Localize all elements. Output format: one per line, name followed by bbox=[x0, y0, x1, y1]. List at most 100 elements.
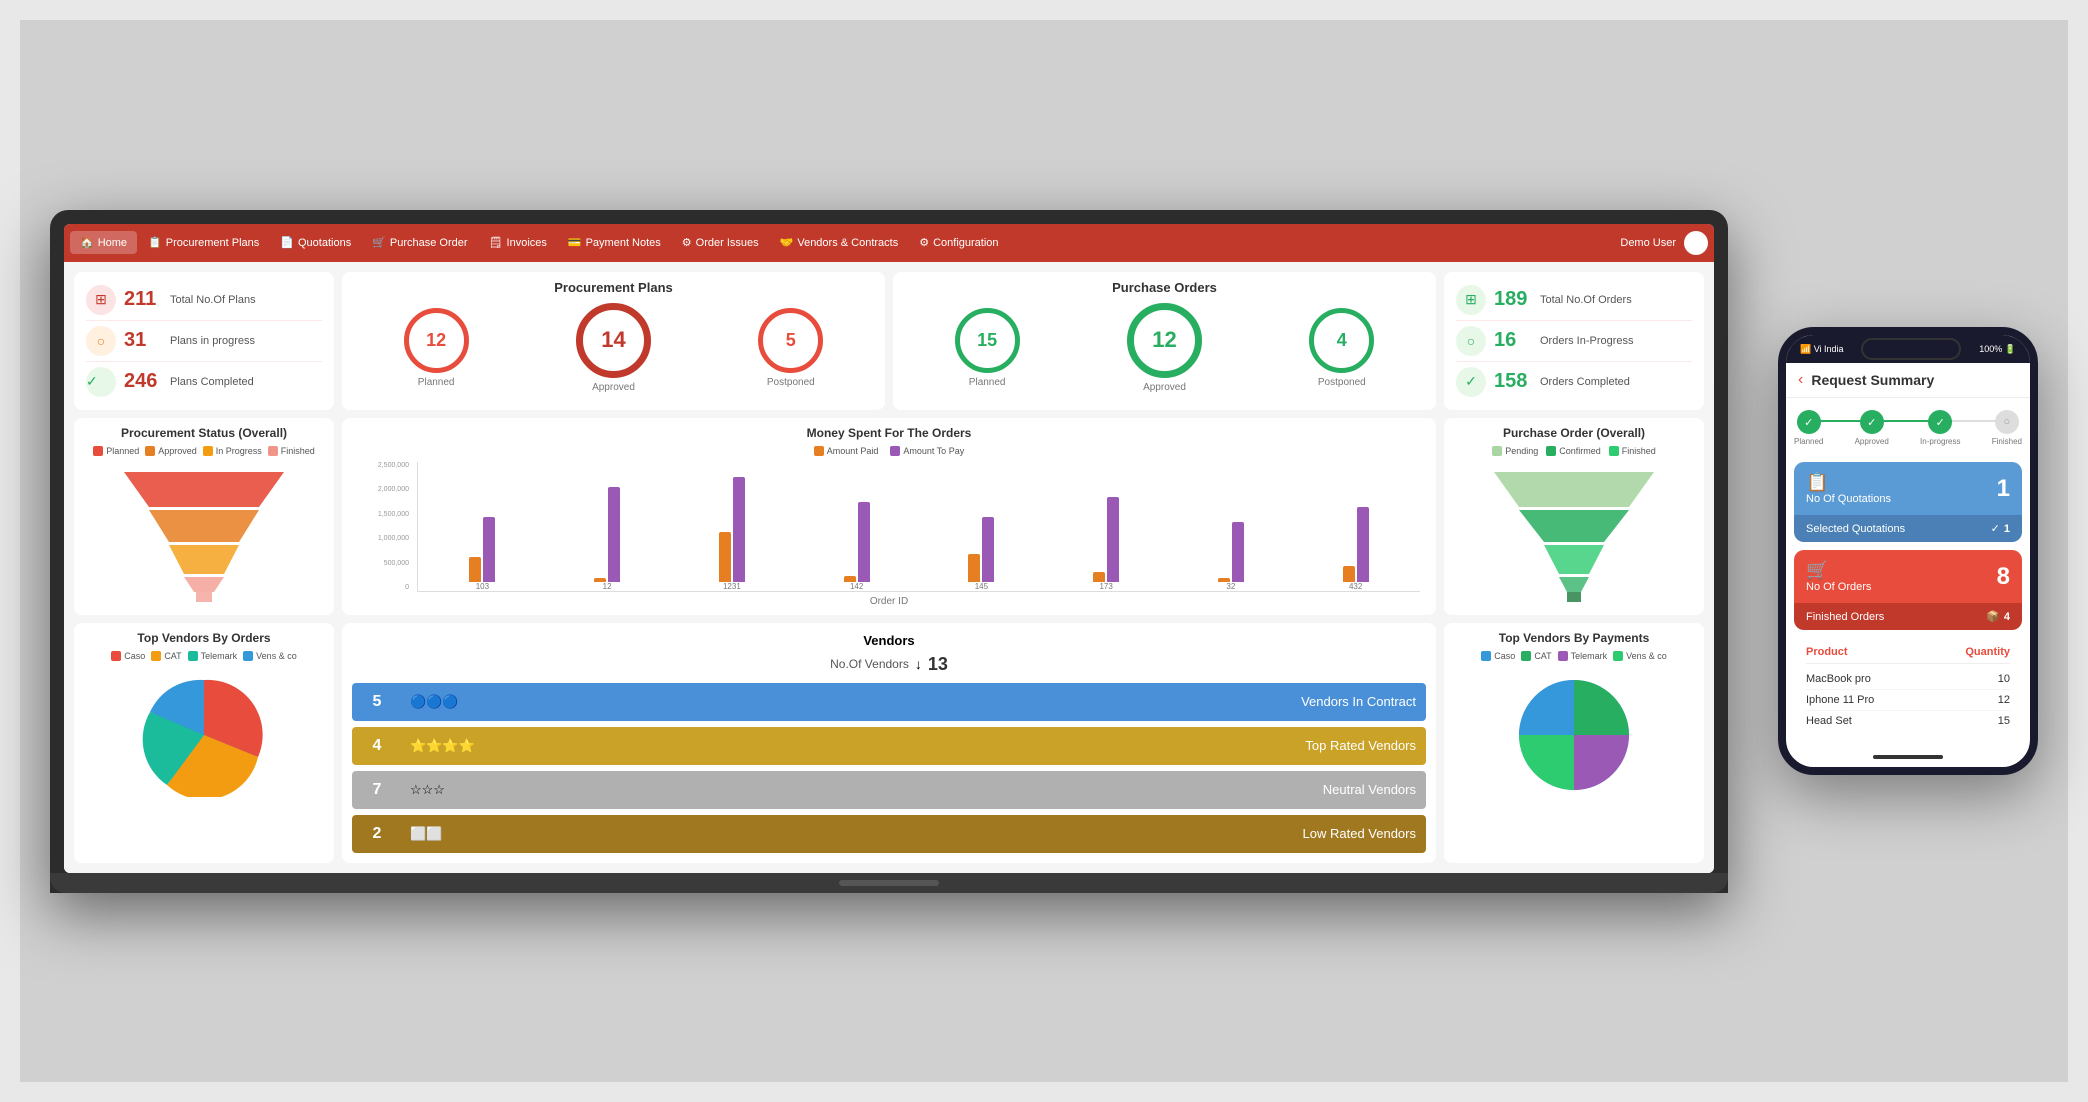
nav-home[interactable]: 🏠 Home bbox=[70, 231, 137, 254]
phone-camera bbox=[1861, 338, 1961, 360]
dashboard-body: ⊞ 211 Total No.Of Plans ○ 31 Plans in pr… bbox=[64, 262, 1714, 873]
plans-icon: ⊞ bbox=[86, 285, 116, 315]
finished-orders-label: Finished Orders bbox=[1806, 611, 1884, 623]
po-overall-title: Purchase Order (Overall) bbox=[1452, 426, 1696, 440]
nav-quotations[interactable]: 📄 Quotations bbox=[270, 231, 361, 254]
selected-quotations-label: Selected Quotations bbox=[1806, 523, 1905, 535]
stat-item-progress: ○ 31 Plans in progress bbox=[86, 321, 322, 362]
vendor-row-low-rated: 2 ⬜⬜ Low Rated Vendors bbox=[352, 815, 1426, 853]
po-circle-planned: 15 Planned bbox=[955, 308, 1020, 388]
money-spent-title: Money Spent For The Orders bbox=[350, 426, 1428, 440]
vendor-row-contract: 5 🔵🔵🔵 Vendors In Contract bbox=[352, 683, 1426, 721]
vendors-orders-card: Top Vendors By Orders Caso CAT Telemark … bbox=[74, 623, 334, 863]
vendors-count: 13 bbox=[928, 654, 948, 675]
nav-config[interactable]: ⚙ Configuration bbox=[909, 231, 1008, 254]
nav-user-label: Demo User bbox=[1620, 237, 1676, 249]
orders-progress-number: 16 bbox=[1494, 329, 1532, 352]
orders-card: 🛒 No Of Orders 8 Finished Orders 📦 4 bbox=[1794, 550, 2022, 630]
stat-item-completed: ✓ 246 Plans Completed bbox=[86, 362, 322, 402]
po-circle-postponed: 4 Postponed bbox=[1309, 308, 1374, 388]
procurement-status-title: Procurement Status (Overall) bbox=[82, 426, 326, 440]
laptop: 🏠 Home 📋 Procurement Plans 📄 Quotations … bbox=[50, 210, 1728, 893]
orders-icon-display: 🛒 bbox=[1806, 560, 1871, 581]
circle-postponed: 5 Postponed bbox=[758, 308, 823, 388]
purchase-title: Purchase Orders bbox=[901, 280, 1428, 295]
quotations-label: No Of Quotations bbox=[1806, 493, 1891, 505]
total-orders-label: Total No.Of Orders bbox=[1540, 294, 1632, 306]
vendors-count-label: No.Of Vendors bbox=[830, 657, 909, 671]
po-circle-approved: 12 Approved bbox=[1127, 303, 1202, 393]
plans-total-number: 211 bbox=[124, 288, 162, 311]
phone-status-bar: 📶 Vi India 100% 🔋 bbox=[1786, 335, 2030, 363]
progress-icon: ○ bbox=[86, 326, 116, 356]
completed-icon: ✓ bbox=[86, 367, 116, 397]
orders-count: 8 bbox=[1997, 563, 2010, 591]
selected-quotations-count: 1 bbox=[2004, 523, 2010, 535]
red-funnel bbox=[82, 462, 326, 602]
phone-header: ‹ Request Summary bbox=[1786, 363, 2030, 398]
step-approved: ✓ Approved bbox=[1855, 410, 1889, 446]
money-spent-card: Money Spent For The Orders Amount Paid A… bbox=[342, 418, 1436, 615]
nav-purchase-order[interactable]: 🛒 Purchase Order bbox=[362, 231, 477, 254]
phone: 📶 Vi India 100% 🔋 ‹ Request Summary ✓ Pl… bbox=[1778, 327, 2038, 775]
plans-progress-number: 31 bbox=[124, 329, 162, 352]
purchase-circles-card: Purchase Orders 15 Planned 12 bbox=[893, 272, 1436, 410]
plans-completed-label: Plans Completed bbox=[170, 376, 254, 388]
purchase-icon: 🛒 bbox=[372, 236, 386, 249]
vendors-title: Vendors bbox=[352, 633, 1426, 648]
vendor-row-top-rated: 4 ⭐⭐⭐⭐ Top Rated Vendors bbox=[352, 727, 1426, 765]
quotations-count: 1 bbox=[1997, 475, 2010, 503]
orders-completed-icon: ✓ bbox=[1456, 367, 1486, 397]
issues-icon: ⚙ bbox=[682, 236, 692, 249]
plans-completed-number: 246 bbox=[124, 370, 162, 393]
procurement-status-card: Procurement Status (Overall) Planned App… bbox=[74, 418, 334, 615]
laptop-screen: 🏠 Home 📋 Procurement Plans 📄 Quotations … bbox=[64, 224, 1714, 873]
plans-total-label: Total No.Of Plans bbox=[170, 294, 256, 306]
invoices-icon: 🗒 bbox=[489, 236, 503, 249]
nav-vendors[interactable]: 🤝 Vendors & Contracts bbox=[770, 231, 909, 254]
procurement-circles-card: Procurement Plans 12 Planned 14 bbox=[342, 272, 885, 410]
nav-invoices[interactable]: 🗒 Invoices bbox=[479, 231, 557, 254]
total-orders-icon: ⊞ bbox=[1456, 285, 1486, 315]
nav-payment[interactable]: 💳 Payment Notes bbox=[558, 231, 671, 254]
procurement-title: Procurement Plans bbox=[350, 280, 877, 295]
plans-progress-label: Plans in progress bbox=[170, 335, 255, 347]
bar-chart-xlabel: Order ID bbox=[350, 596, 1428, 607]
nav-order-issues[interactable]: ⚙ Order Issues bbox=[672, 231, 769, 254]
vendor-row-neutral: 7 ☆☆☆ Neutral Vendors bbox=[352, 771, 1426, 809]
circle-approved: 14 Approved bbox=[576, 303, 651, 393]
home-icon: 🏠 bbox=[80, 236, 94, 249]
orders-progress-label: Orders In-Progress bbox=[1540, 335, 1634, 347]
vendors-payments-title: Top Vendors By Payments bbox=[1452, 631, 1696, 645]
orders-stats-card: ⊞ 189 Total No.Of Orders ○ 16 Orders In-… bbox=[1444, 272, 1704, 410]
quotations-card: 📋 No Of Quotations 1 Selected Quotations… bbox=[1794, 462, 2022, 542]
product-row-1: Iphone 11 Pro 12 bbox=[1806, 690, 2010, 711]
back-button[interactable]: ‹ bbox=[1798, 371, 1803, 389]
step-inprogress: ✓ In-progress bbox=[1920, 410, 1960, 446]
product-row-2: Head Set 15 bbox=[1806, 711, 2010, 731]
vendors-orders-title: Top Vendors By Orders bbox=[82, 631, 326, 645]
total-orders-number: 189 bbox=[1494, 288, 1532, 311]
product-col-header: Product bbox=[1806, 646, 1848, 658]
product-row-0: MacBook pro 10 bbox=[1806, 669, 2010, 690]
bottom-row: Top Vendors By Orders Caso CAT Telemark … bbox=[74, 623, 1704, 863]
vendors-icon: 🤝 bbox=[780, 236, 794, 249]
quantity-col-header: Quantity bbox=[1965, 646, 2010, 658]
stat-item-plans: ⊞ 211 Total No.Of Plans bbox=[86, 280, 322, 321]
orders-completed-label: Orders Completed bbox=[1540, 376, 1630, 388]
quotations-icon-display: 📋 bbox=[1806, 472, 1891, 493]
procurement-icon: 📋 bbox=[148, 236, 162, 249]
quotations-icon: 📄 bbox=[280, 236, 294, 249]
orders-label: No Of Orders bbox=[1806, 581, 1871, 593]
procurement-stats-card: ⊞ 211 Total No.Of Plans ○ 31 Plans in pr… bbox=[74, 272, 334, 410]
charts-row: Procurement Status (Overall) Planned App… bbox=[74, 418, 1704, 615]
config-icon: ⚙ bbox=[919, 236, 929, 249]
po-overall-card: Purchase Order (Overall) Pending Confirm… bbox=[1444, 418, 1704, 615]
phone-home-bar bbox=[1786, 747, 2030, 767]
step-finished: ○ Finished bbox=[1992, 410, 2022, 446]
payment-icon: 💳 bbox=[568, 236, 582, 249]
green-funnel bbox=[1452, 462, 1696, 602]
circle-planned: 12 Planned bbox=[404, 308, 469, 388]
nav-procurement[interactable]: 📋 Procurement Plans bbox=[138, 231, 269, 254]
navbar: 🏠 Home 📋 Procurement Plans 📄 Quotations … bbox=[64, 224, 1714, 262]
